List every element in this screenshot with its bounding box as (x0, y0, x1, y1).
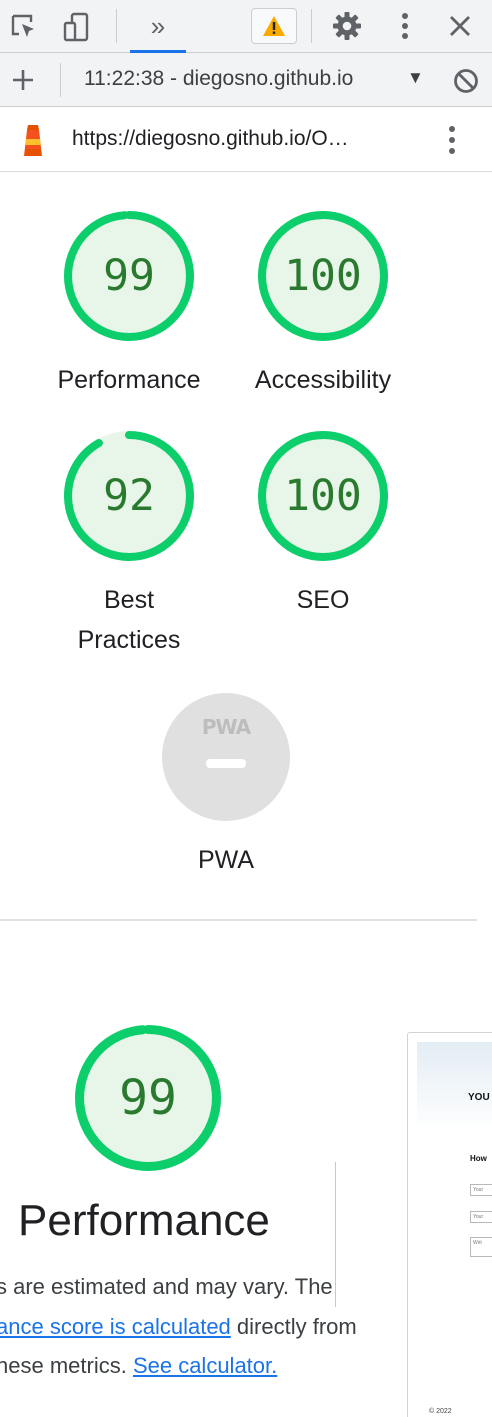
toolbar-separator (116, 9, 117, 43)
pwa-dash-icon (206, 759, 246, 768)
device-toolbar-icon[interactable] (60, 11, 92, 43)
more-tabs-label: » (150, 10, 166, 41)
block-icon[interactable] (450, 65, 482, 97)
lighthouse-icon (18, 121, 48, 159)
kebab-menu-icon[interactable] (440, 123, 464, 157)
close-icon[interactable] (444, 10, 476, 42)
best-practices-gauge[interactable]: 92 (64, 431, 194, 561)
see-calculator-link[interactable]: See calculator. (133, 1353, 277, 1378)
performance-section-gauge: 99 (75, 1025, 221, 1171)
warnings-button[interactable] (251, 8, 297, 44)
warning-icon (263, 16, 285, 36)
devtools-toolbar: » (0, 0, 492, 53)
accessibility-gauge[interactable]: 100 (258, 211, 388, 341)
seo-label: SEO (296, 586, 350, 614)
pwa-logo-icon: PWA (201, 715, 251, 739)
performance-desc-line2-text: directly from (230, 1314, 357, 1339)
chevron-down-icon[interactable]: ▼ (407, 68, 424, 88)
accessibility-label: Accessibility (254, 366, 392, 394)
score-calculated-link[interactable]: ance score is calculated (0, 1314, 231, 1339)
more-tabs-button[interactable]: » (130, 0, 186, 53)
thumbnail-footer: © 2022 (429, 1408, 452, 1415)
performance-section-score: 99 (119, 1070, 177, 1126)
plus-icon[interactable] (8, 65, 38, 95)
seo-gauge[interactable]: 100 (258, 431, 388, 561)
gear-icon[interactable] (330, 9, 364, 43)
performance-desc-line1: s are estimated and may vary. The (0, 1274, 333, 1299)
performance-desc-line3: hese metrics. See calculator. (0, 1346, 416, 1386)
page-screenshot-thumbnail[interactable]: YOU How Your Your Writ © 2022 (407, 1032, 492, 1417)
accessibility-score: 100 (284, 251, 362, 301)
best-practices-label-line2: Practices (77, 626, 181, 654)
section-divider (0, 919, 477, 921)
thumbnail-field: Your (470, 1211, 492, 1223)
report-url[interactable]: https://diegosno.github.io/O… (72, 127, 349, 151)
element-picker-icon[interactable] (8, 11, 40, 43)
kebab-menu-icon[interactable] (392, 9, 418, 43)
thumbnail-field: Your (470, 1184, 492, 1196)
best-practices-label: Best Practices (29, 580, 229, 660)
pwa-label: PWA (197, 846, 255, 874)
lighthouse-url-bar: https://diegosno.github.io/O… (0, 107, 492, 172)
performance-desc-line2: ance score is calculated directly from (0, 1307, 416, 1347)
screenshot-content: YOU How Your Your Writ © 2022 (417, 1042, 492, 1417)
seo-score: 100 (284, 471, 362, 521)
performance-score: 99 (103, 251, 155, 301)
report-selector-bar: 11:22:38 - diegosno.github.io ▼ (0, 53, 492, 107)
pwa-badge[interactable]: PWA (162, 693, 290, 821)
performance-label: Performance (57, 366, 201, 394)
thumbnail-heading: YOU (468, 1092, 490, 1103)
report-select[interactable]: 11:22:38 - diegosno.github.io (84, 67, 353, 91)
thumbnail-field: Writ (470, 1237, 492, 1257)
toolbar-separator (311, 9, 312, 43)
performance-section-title: Performance (18, 1196, 270, 1245)
performance-desc-line3-text: hese metrics. (0, 1353, 133, 1378)
performance-gauge[interactable]: 99 (64, 211, 194, 341)
best-practices-score: 92 (103, 471, 155, 521)
thumbnail-subheading: How (470, 1154, 487, 1163)
toolbar-separator (60, 63, 61, 97)
best-practices-label-line1: Best (103, 586, 155, 614)
